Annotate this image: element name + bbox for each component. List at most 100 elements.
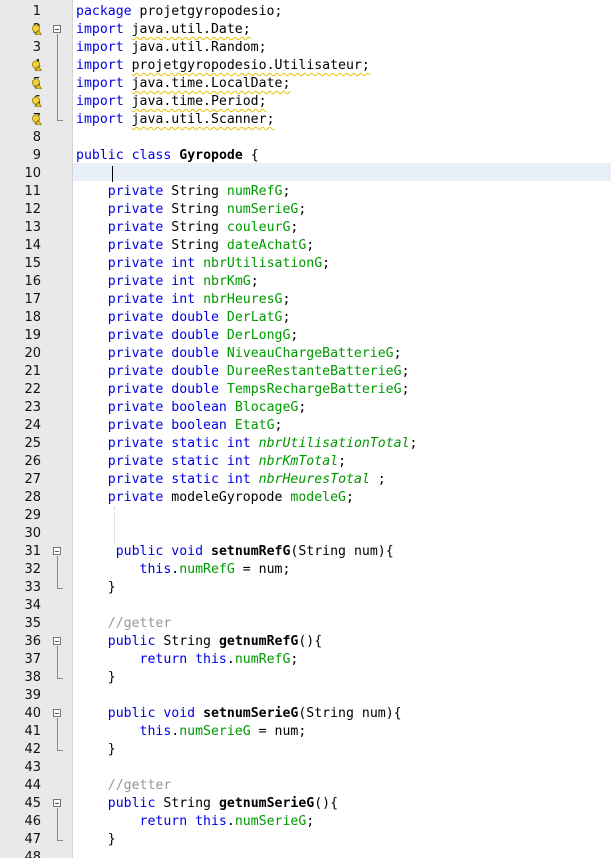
code-line[interactable]: 37 return this.numRefG; [0,651,611,669]
code-text[interactable]: private int nbrUtilisationG; [76,255,330,273]
code-line[interactable]: 13 private String couleurG; [0,219,611,237]
line-number[interactable]: 47 [0,831,41,849]
code-text[interactable]: private double DerLatG; [76,309,291,327]
line-number[interactable]: 37 [0,651,41,669]
line-number[interactable]: 39 [0,687,41,705]
code-line[interactable]: 44 //getter [0,777,611,795]
code-text[interactable]: private modeleGyropode modeleG; [76,489,354,507]
code-line[interactable]: 16 private int nbrKmG; [0,273,611,291]
code-text[interactable]: public String getnumRefG(){ [76,633,322,651]
code-line[interactable]: 28 private modeleGyropode modeleG; [0,489,611,507]
code-text[interactable]: import projetgyropodesio.Utilisateur; [76,57,370,75]
code-line[interactable]: 2import java.util.Date; [0,21,611,39]
code-line[interactable]: 24 private boolean EtatG; [0,417,611,435]
code-line[interactable]: 22 private double TempsRechargeBatterieG… [0,381,611,399]
line-number[interactable]: 40 [0,705,41,723]
line-number[interactable]: 34 [0,597,41,615]
line-number[interactable]: 12 [0,201,41,219]
code-line[interactable]: 39 [0,687,611,705]
code-line[interactable]: 29 [0,507,611,525]
code-text[interactable]: public String getnumSerieG(){ [76,795,338,813]
code-line[interactable]: 21 private double DureeRestanteBatterieG… [0,363,611,381]
code-line[interactable]: 32 this.numRefG = num; [0,561,611,579]
code-line[interactable]: 46 return this.numSerieG; [0,813,611,831]
code-text[interactable]: private double TempsRechargeBatterieG; [76,381,410,399]
code-text[interactable]: //getter [76,615,172,633]
code-line[interactable]: 45 public String getnumSerieG(){ [0,795,611,813]
code-line[interactable]: 38 } [0,669,611,687]
line-number[interactable]: 9 [0,147,41,165]
line-number[interactable]: 16 [0,273,41,291]
code-line[interactable]: 31 public void setnumRefG(String num){ [0,543,611,561]
code-line[interactable]: 35 //getter [0,615,611,633]
warning-icon[interactable] [31,60,42,71]
code-text[interactable]: private String numSerieG; [76,201,307,219]
code-text[interactable]: import java.util.Random; [76,39,267,57]
code-line[interactable]: 40 public void setnumSerieG(String num){ [0,705,611,723]
code-text[interactable]: } [76,831,116,849]
code-line[interactable]: 7import java.util.Scanner; [0,111,611,129]
code-text[interactable]: private boolean EtatG; [76,417,283,435]
code-text[interactable]: //getter [76,777,172,795]
line-number[interactable]: 42 [0,741,41,759]
line-number[interactable]: 27 [0,471,41,489]
code-line[interactable]: 10 [0,165,611,183]
code-text[interactable]: public void setnumRefG(String num){ [76,543,394,561]
code-line[interactable]: 9 public class Gyropode { [0,147,611,165]
code-text[interactable]: import java.util.Scanner; [76,111,275,129]
line-number[interactable]: 25 [0,435,41,453]
code-line[interactable]: 33 } [0,579,611,597]
code-text[interactable]: private boolean BlocageG; [76,399,307,417]
line-number[interactable]: 13 [0,219,41,237]
code-line[interactable]: 30 [0,525,611,543]
line-number[interactable]: 19 [0,327,41,345]
line-number[interactable]: 43 [0,759,41,777]
code-text[interactable]: package projetgyropodesio; [76,3,282,21]
line-number[interactable]: 48 [0,849,41,858]
code-line[interactable]: 8 [0,129,611,147]
code-line[interactable]: 23 private boolean BlocageG; [0,399,611,417]
code-line[interactable]: 47 } [0,831,611,849]
code-text[interactable]: } [76,669,116,687]
line-number[interactable]: 23 [0,399,41,417]
code-line[interactable]: 4import projetgyropodesio.Utilisateur; [0,57,611,75]
code-text[interactable]: this.numRefG = num; [76,561,291,579]
warning-icon[interactable] [31,24,42,35]
code-text[interactable]: private static int nbrUtilisationTotal; [76,435,418,453]
line-number[interactable]: 11 [0,183,41,201]
code-line[interactable]: 36 public String getnumRefG(){ [0,633,611,651]
code-line[interactable]: 41 this.numSerieG = num; [0,723,611,741]
line-number[interactable]: 8 [0,129,41,147]
code-line[interactable]: 25 private static int nbrUtilisationTota… [0,435,611,453]
line-number[interactable]: 14 [0,237,41,255]
line-number[interactable]: 31 [0,543,41,561]
code-editor[interactable]: 1 package projetgyropodesio;2import java.… [0,0,611,858]
code-line[interactable]: 11 private String numRefG; [0,183,611,201]
line-number[interactable]: 38 [0,669,41,687]
line-number[interactable]: 20 [0,345,41,363]
line-number[interactable]: 1 [0,3,41,21]
line-number[interactable]: 46 [0,813,41,831]
code-text[interactable]: public void setnumSerieG(String num){ [76,705,402,723]
code-line[interactable]: 18 private double DerLatG; [0,309,611,327]
code-line[interactable]: 15 private int nbrUtilisationG; [0,255,611,273]
code-text[interactable]: private static int nbrHeuresTotal ; [76,471,386,489]
code-text[interactable]: private int nbrKmG; [76,273,259,291]
line-number[interactable]: 36 [0,633,41,651]
code-text[interactable]: private double DureeRestanteBatterieG; [76,363,410,381]
code-text[interactable]: import java.time.Period; [76,93,267,111]
code-text[interactable]: private String dateAchatG; [76,237,314,255]
code-line[interactable]: 48 [0,849,611,858]
fold-toggle-icon[interactable] [53,547,61,555]
code-text[interactable]: private double DerLongG; [76,327,299,345]
code-line[interactable]: 6import java.time.Period; [0,93,611,111]
code-text[interactable]: return this.numRefG; [76,651,299,669]
line-number[interactable]: 29 [0,507,41,525]
code-text[interactable]: import java.time.LocalDate; [76,75,290,93]
code-line[interactable]: 14 private String dateAchatG; [0,237,611,255]
code-text[interactable]: private double NiveauChargeBatterieG; [76,345,402,363]
line-number[interactable]: 21 [0,363,41,381]
line-number[interactable]: 26 [0,453,41,471]
code-text[interactable]: return this.numSerieG; [76,813,315,831]
line-number[interactable]: 18 [0,309,41,327]
